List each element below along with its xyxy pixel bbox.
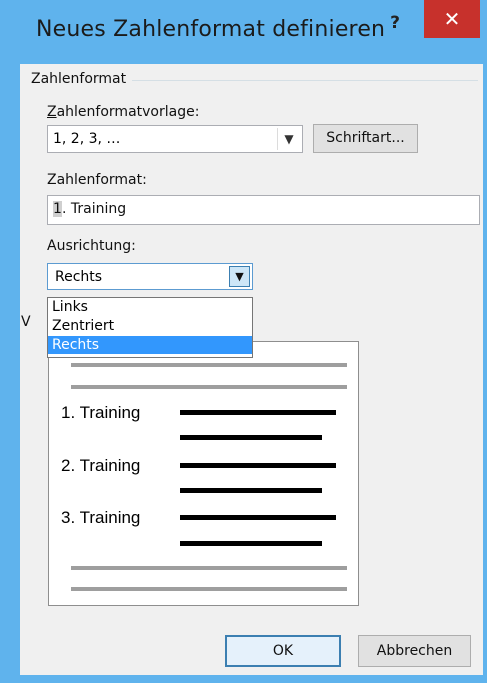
preview-line bbox=[71, 587, 347, 591]
preview-item: 2. Training bbox=[61, 456, 141, 475]
font-button[interactable]: Schriftart... bbox=[313, 124, 418, 153]
chevron-down-icon[interactable]: ▼ bbox=[277, 128, 300, 150]
format-field-text: . Training bbox=[62, 201, 127, 217]
alignment-value: Rechts bbox=[55, 269, 103, 285]
preview-panel: 1. Training 2. Training 3. Training bbox=[48, 341, 359, 606]
preview-line bbox=[71, 566, 347, 570]
number-style-value: 1, 2, 3, … bbox=[53, 131, 121, 147]
alignment-label: Ausrichtung: bbox=[47, 238, 136, 254]
preview-item: 1. Training bbox=[61, 403, 141, 422]
alignment-options-list[interactable]: Links Zentriert Rechts bbox=[47, 297, 253, 358]
ok-button[interactable]: OK bbox=[225, 635, 341, 667]
preview-label: V bbox=[21, 314, 31, 330]
preview-line bbox=[180, 488, 322, 493]
chevron-down-icon[interactable]: ▼ bbox=[229, 266, 250, 287]
number-style-combo[interactable]: 1, 2, 3, … ▼ bbox=[47, 125, 303, 153]
group-divider bbox=[132, 80, 478, 81]
preview-line bbox=[71, 385, 347, 389]
close-button[interactable]: ✕ bbox=[424, 0, 480, 38]
number-format-input[interactable]: 1 . Training bbox=[47, 195, 480, 225]
section-heading: Zahlenformat bbox=[31, 71, 127, 87]
option-zentriert[interactable]: Zentriert bbox=[48, 317, 252, 335]
dialog-window: Neues Zahlenformat definieren ? ✕ Zahlen… bbox=[0, 0, 487, 683]
cancel-button-label: Abbrechen bbox=[376, 643, 453, 659]
preview-line bbox=[71, 363, 347, 367]
preview-line bbox=[180, 515, 336, 520]
cancel-button[interactable]: Abbrechen bbox=[358, 635, 471, 667]
preview-line bbox=[180, 463, 336, 468]
dialog-title: Neues Zahlenformat definieren bbox=[36, 17, 386, 42]
option-rechts[interactable]: Rechts bbox=[48, 336, 252, 354]
format-label: Zahlenformat: bbox=[47, 172, 147, 188]
format-field-number: 1 bbox=[53, 201, 62, 217]
preview-line bbox=[180, 410, 336, 415]
preview-line bbox=[180, 541, 322, 546]
template-label: Zahlenformatvorlage: bbox=[47, 104, 200, 120]
dialog-body: Zahlenformat Zahlenformatvorlage: 1, 2, … bbox=[20, 64, 483, 675]
alignment-dropdown[interactable]: Rechts ▼ bbox=[47, 263, 253, 290]
option-links[interactable]: Links bbox=[48, 298, 252, 316]
ok-button-label: OK bbox=[272, 643, 294, 659]
preview-line bbox=[180, 435, 322, 440]
preview-item: 3. Training bbox=[61, 508, 141, 527]
help-button[interactable]: ? bbox=[380, 10, 410, 36]
title-bar[interactable]: Neues Zahlenformat definieren ? ✕ bbox=[0, 0, 487, 64]
font-button-label: Schriftart... bbox=[326, 130, 405, 146]
